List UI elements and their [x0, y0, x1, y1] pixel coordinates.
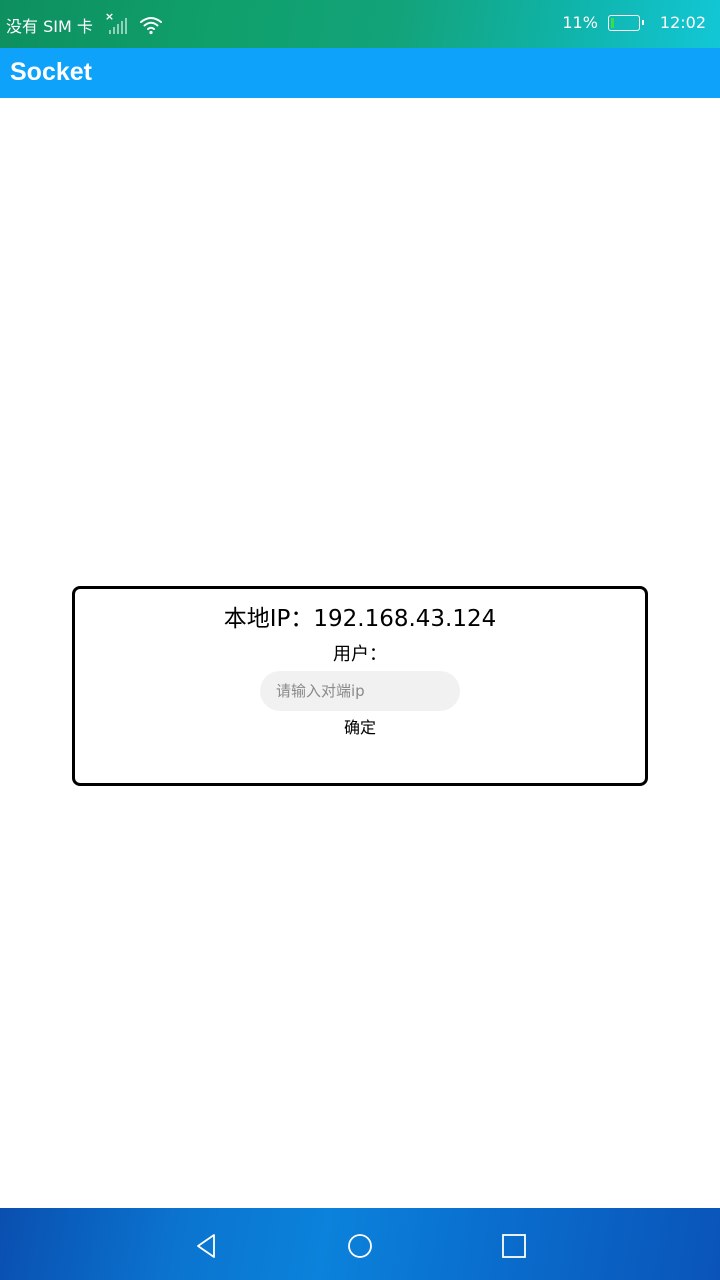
- carrier-text: 没有 SIM 卡: [6, 17, 93, 36]
- signal-icon: ×: [105, 10, 127, 34]
- battery-icon: [607, 14, 644, 31]
- connection-card: 本地IP：192.168.43.124 用户： 确定: [72, 586, 648, 786]
- wifi-icon: [139, 17, 162, 35]
- navigation-bar: [0, 1208, 720, 1280]
- user-label: 用户：: [333, 644, 387, 665]
- status-bar: 没有 SIM 卡 × 11% 12:02: [0, 0, 720, 48]
- no-signal-mark: ×: [104, 10, 115, 23]
- back-icon[interactable]: [192, 1232, 220, 1260]
- recents-icon[interactable]: [500, 1232, 528, 1260]
- local-ip-label: 本地IP：192.168.43.124: [223, 606, 497, 632]
- peer-ip-input[interactable]: [260, 671, 460, 711]
- status-right: 11% 12:02: [562, 13, 706, 32]
- battery-percent: 11%: [562, 13, 598, 32]
- battery-fill: [610, 17, 614, 28]
- app-title: Socket: [10, 58, 92, 86]
- confirm-button[interactable]: 确定: [325, 715, 395, 741]
- clock: 12:02: [659, 13, 706, 32]
- app-bar: Socket: [0, 48, 720, 98]
- status-left: 没有 SIM 卡 ×: [6, 10, 163, 37]
- home-icon[interactable]: [346, 1232, 374, 1260]
